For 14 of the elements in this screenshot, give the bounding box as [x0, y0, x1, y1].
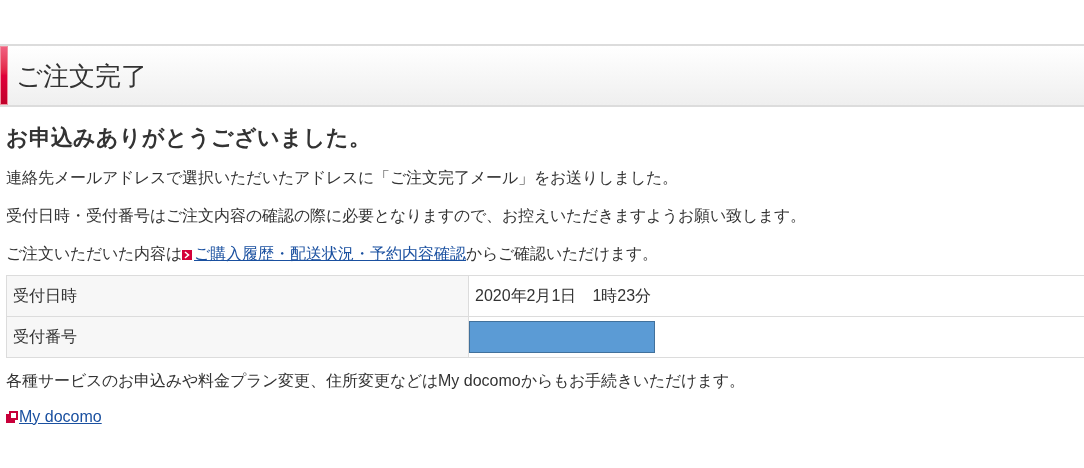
my-docomo-link[interactable]: My docomo [19, 406, 102, 428]
message-text: 連絡先メールアドレスで選択いただいたアドレスに「ご注文完了メール」をお送りしました。 [6, 168, 679, 188]
message-text: 受付日時・受付番号はご注文内容の確認の際に必要となりますので、お控えいただきますようお願い致します。 [6, 206, 807, 226]
arrow-icon [182, 250, 192, 260]
note-text: 各種サービスのお申込みや料金プラン変更、住所変更などはMy docomoからもお手続きいただけます。 [6, 371, 746, 391]
table-label-cell: 受付日時 [6, 275, 469, 317]
thank-you-heading: お申込みありがとうございました。 [6, 124, 372, 152]
message-text: ご注文いただいた内容は ご購入履歴・配送状況・予約内容確認からご確認いただけます。 [6, 244, 659, 264]
table-label-cell: 受付番号 [6, 316, 469, 358]
page-title: ご注文完了 [16, 62, 147, 89]
accent-bar [0, 46, 8, 105]
order-history-link[interactable]: ご購入履歴・配送状況・予約内容確認 [194, 245, 466, 262]
table-value: 2020年2月1日 1時23分 [474, 287, 653, 304]
new-window-icon [6, 411, 18, 423]
